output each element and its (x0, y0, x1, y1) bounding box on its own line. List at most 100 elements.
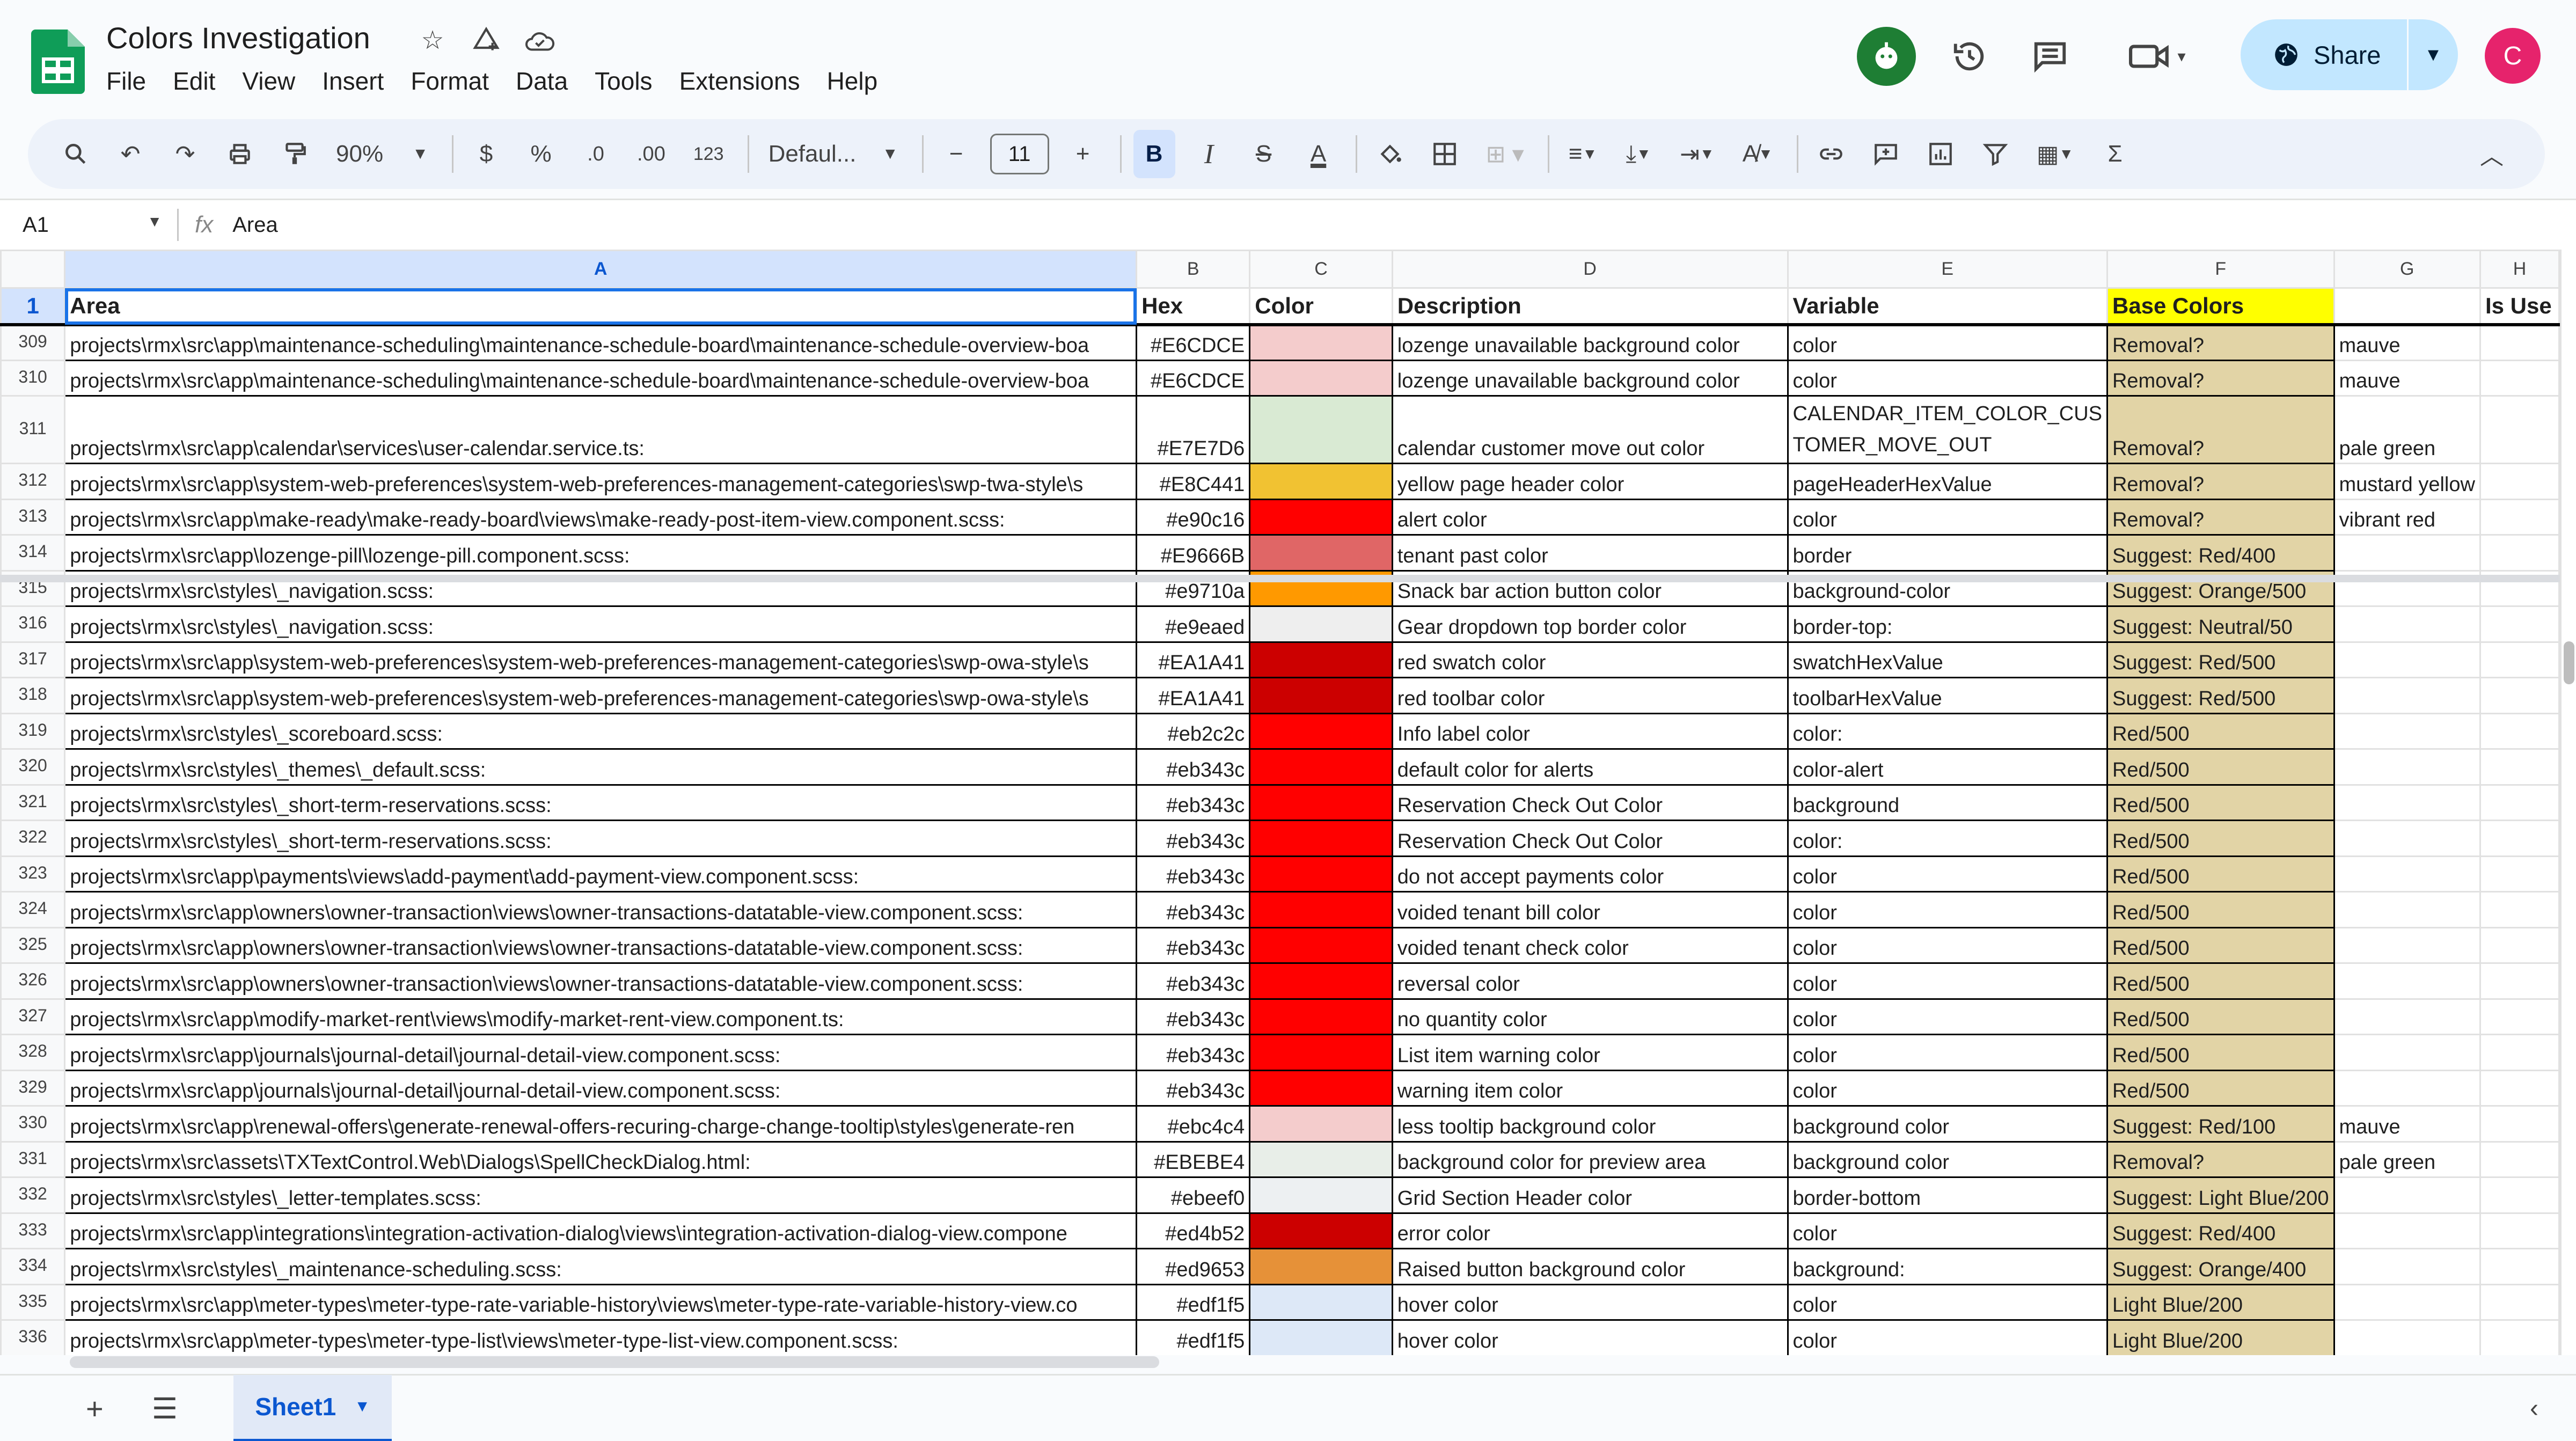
cell-hex[interactable]: #edf1f5 (1136, 1320, 1251, 1355)
cell-g[interactable] (2333, 820, 2481, 857)
cell-base-color[interactable]: Light Blue/200 (2106, 1320, 2335, 1355)
cell-color-swatch[interactable] (1249, 785, 1393, 821)
cell-description[interactable]: Gear dropdown top border color (1391, 606, 1789, 643)
cell-hex[interactable]: #eb2c2c (1136, 713, 1251, 750)
cell-base-color[interactable]: Removal? (2106, 360, 2335, 397)
collapse-toolbar-icon[interactable]: ︿ (2471, 130, 2513, 178)
cell-color-swatch[interactable] (1249, 642, 1393, 678)
cell-base-color[interactable]: Red/500 (2106, 963, 2335, 1000)
cell-variable[interactable]: toolbarHexValue (1787, 677, 2108, 714)
cell-h[interactable] (2479, 1177, 2560, 1214)
cell-description[interactable]: lozenge unavailable background color (1391, 324, 1789, 361)
cell-h[interactable] (2479, 1106, 2560, 1143)
cell-hex[interactable]: #EBEBE4 (1136, 1142, 1251, 1178)
column-header-d[interactable]: D (1391, 250, 1789, 289)
cell-variable[interactable]: border-top: (1787, 606, 2108, 643)
cell-variable[interactable]: color-alert (1787, 749, 2108, 786)
column-header-f[interactable]: F (2106, 250, 2335, 289)
cell-h[interactable] (2479, 749, 2560, 786)
cell-color-swatch[interactable] (1249, 1213, 1393, 1249)
functions-button[interactable]: Σ (2094, 130, 2136, 178)
cell-h[interactable] (2479, 1248, 2560, 1285)
cell-g[interactable] (2333, 713, 2481, 750)
star-icon[interactable]: ☆ (416, 24, 449, 57)
cell-g[interactable] (2333, 891, 2481, 928)
cell-variable[interactable]: color (1787, 1070, 2108, 1107)
cell-description[interactable]: Raised button background color (1391, 1248, 1789, 1285)
column-header-c[interactable]: C (1249, 250, 1393, 289)
cell-description[interactable]: do not accept payments color (1391, 856, 1789, 893)
redo-icon[interactable]: ↷ (164, 130, 206, 178)
cell-hex[interactable]: #eb343c (1136, 927, 1251, 964)
cell-base-color[interactable]: Red/500 (2106, 891, 2335, 928)
sheet-tab-dropdown-icon[interactable]: ▼ (354, 1398, 370, 1416)
cell-color-swatch[interactable] (1249, 999, 1393, 1035)
cell-h[interactable] (2479, 891, 2560, 928)
cell-area[interactable]: projects\rmx\src\styles\_maintenance-sch… (64, 1248, 1138, 1285)
cell-color-swatch[interactable] (1249, 1284, 1393, 1321)
cell-hex[interactable]: #ebeef0 (1136, 1177, 1251, 1214)
move-to-drive-icon[interactable] (470, 24, 503, 57)
cell-area[interactable]: projects\rmx\src\app\lozenge-pill\lozeng… (64, 535, 1138, 572)
cell-h[interactable] (2479, 360, 2560, 397)
menu-insert[interactable]: Insert (322, 67, 384, 96)
cell-area[interactable]: projects\rmx\src\assets\TXTextControl.We… (64, 1142, 1138, 1178)
sheets-logo-icon[interactable] (31, 30, 85, 94)
cell-g[interactable] (2333, 1284, 2481, 1321)
cell-area[interactable]: projects\rmx\src\app\payments\views\add-… (64, 856, 1138, 893)
row-number[interactable]: 314 (0, 535, 66, 572)
menu-tools[interactable]: Tools (595, 67, 652, 96)
borders-icon[interactable] (1424, 130, 1466, 178)
cell-area[interactable]: projects\rmx\src\app\owners\owner-transa… (64, 963, 1138, 1000)
row-number[interactable]: 1 (0, 287, 66, 326)
cell-area[interactable]: projects\rmx\src\app\integrations\integr… (64, 1213, 1138, 1249)
font-select[interactable]: Defaul... ▼ (761, 130, 906, 178)
cell-base-color[interactable]: Red/500 (2106, 820, 2335, 857)
cell-description[interactable]: yellow page header color (1391, 463, 1789, 500)
cell-variable[interactable]: color (1787, 999, 2108, 1035)
cell-color-swatch[interactable] (1249, 1248, 1393, 1285)
cell-area[interactable]: projects\rmx\src\styles\_short-term-rese… (64, 820, 1138, 857)
cell-variable[interactable]: color (1787, 927, 2108, 964)
row-number[interactable]: 320 (0, 749, 66, 786)
cell-description[interactable]: less tooltip background color (1391, 1106, 1789, 1143)
cell-h[interactable] (2479, 856, 2560, 893)
cell-h[interactable] (2479, 963, 2560, 1000)
cell-base-color[interactable]: Red/500 (2106, 1034, 2335, 1071)
cell-description[interactable]: background color for preview area (1391, 1142, 1789, 1178)
cell-base-color[interactable]: Red/500 (2106, 1070, 2335, 1107)
cell-hex[interactable]: #E9666B (1136, 535, 1251, 572)
header-cell-variable[interactable]: Variable (1787, 287, 2108, 326)
row-number[interactable]: 319 (0, 713, 66, 750)
cell-hex[interactable]: #eb343c (1136, 963, 1251, 1000)
cell-hex[interactable]: #EA1A41 (1136, 677, 1251, 714)
more-formats-button[interactable]: 123 (686, 130, 731, 178)
name-box[interactable]: A1 ▼ (0, 213, 177, 237)
row-number[interactable]: 312 (0, 463, 66, 500)
cell-g[interactable]: pale green (2333, 1142, 2481, 1178)
menu-extensions[interactable]: Extensions (679, 67, 800, 96)
cell-g[interactable]: mustard yellow (2333, 463, 2481, 500)
row-number[interactable]: 318 (0, 677, 66, 714)
cell-variable[interactable]: border-bottom (1787, 1177, 2108, 1214)
print-icon[interactable] (219, 130, 261, 178)
row-number[interactable]: 322 (0, 820, 66, 857)
cell-h[interactable] (2479, 785, 2560, 821)
cell-variable[interactable]: background color (1787, 1106, 2108, 1143)
cell-area[interactable]: projects\rmx\src\styles\_navigation.scss… (64, 606, 1138, 643)
cell-color-swatch[interactable] (1249, 963, 1393, 1000)
header-cell-color[interactable]: Color (1249, 287, 1393, 326)
cell-variable[interactable]: color (1787, 963, 2108, 1000)
cell-hex[interactable]: #eb343c (1136, 999, 1251, 1035)
cell-area[interactable]: projects\rmx\src\app\make-ready\make-rea… (64, 499, 1138, 536)
paint-format-icon[interactable] (274, 130, 316, 178)
cell-variable[interactable]: color (1787, 1320, 2108, 1355)
insert-link-icon[interactable] (1810, 130, 1852, 178)
cell-variable[interactable]: color (1787, 324, 2108, 361)
cell-h[interactable] (2479, 927, 2560, 964)
cell-color-swatch[interactable] (1249, 606, 1393, 643)
cell-h[interactable] (2479, 606, 2560, 643)
cell-base-color[interactable]: Removal? (2106, 499, 2335, 536)
column-header-a[interactable]: A (64, 250, 1138, 289)
cell-h[interactable] (2479, 1070, 2560, 1107)
